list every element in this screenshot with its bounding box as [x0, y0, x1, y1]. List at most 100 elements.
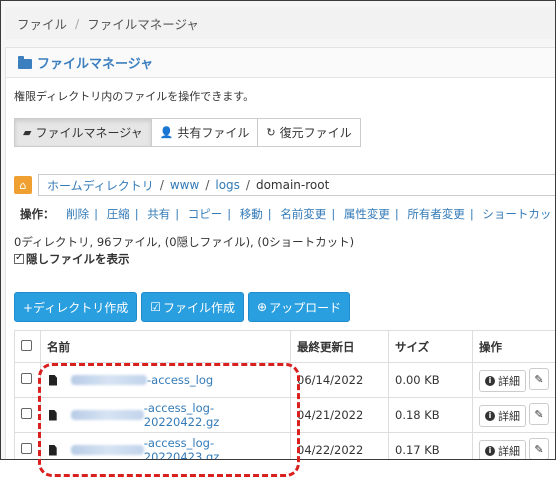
tab-restore-files[interactable]: ↻ 復元ファイル: [257, 118, 361, 147]
file-icon: [49, 374, 57, 386]
path-separator: /: [245, 178, 250, 192]
path-separator: /: [159, 178, 164, 192]
tab-file-manager[interactable]: ▰ ファイルマネージャ: [14, 118, 152, 147]
file-manager-panel: ファイルマネージャ 権限ディレクトリ内のファイルを操作できます。 ▰ ファイルマ…: [5, 47, 555, 459]
file-name-cell: -access_log-20220423.gz: [40, 432, 291, 459]
detail-label: 詳細: [498, 409, 520, 423]
op-shortcut-link[interactable]: ショートカット作: [482, 207, 555, 221]
breadcrumb-root[interactable]: ファイル: [17, 14, 67, 33]
create-directory-button[interactable]: +ディレクトリ作成: [14, 292, 138, 322]
file-counts: 0ディレクトリ, 96ファイル, (0隠しファイル), (0ショートカット): [14, 235, 355, 249]
action-buttons: +ディレクトリ作成 ☑ ファイル作成 ⊕ アップロード: [14, 292, 354, 322]
folder-open-icon: ▰: [23, 126, 32, 139]
column-header-size[interactable]: サイズ: [388, 330, 473, 363]
path-logs-link[interactable]: logs: [215, 178, 240, 192]
file-icon: [49, 444, 57, 456]
redacted-domain: [71, 375, 147, 385]
path-separator: /: [205, 178, 210, 192]
tab-group: ▰ ファイルマネージャ 👤 共有ファイル ↻ 復元ファイル: [14, 118, 361, 147]
detail-button[interactable]: i 詳細: [479, 439, 526, 459]
show-hidden-toggle[interactable]: 隠しファイルを表示: [14, 251, 130, 267]
modified-cell: 04/21/2022: [290, 397, 389, 433]
path-current: domain-root: [255, 178, 330, 192]
size-cell: 0.18 KB: [388, 397, 473, 433]
table-row: -access_log-20220423.gz 04/22/2022 0.17 …: [14, 432, 555, 459]
show-hidden-checkbox[interactable]: [14, 252, 24, 264]
home-directory-icon[interactable]: ⌂: [14, 176, 32, 194]
edit-button[interactable]: ✎: [529, 438, 549, 459]
row-checkbox[interactable]: [21, 373, 32, 384]
file-name-link[interactable]: -access_log-20220422.gz: [144, 401, 284, 429]
row-checkbox[interactable]: [21, 408, 32, 419]
upload-button[interactable]: ⊕ アップロード: [248, 292, 351, 322]
create-file-button[interactable]: ☑ ファイル作成: [141, 292, 244, 322]
op-chmod-link[interactable]: 属性変更: [344, 207, 390, 221]
panel-heading: ファイルマネージャ: [6, 48, 555, 78]
modified-cell: 06/14/2022: [290, 362, 389, 398]
op-share-link[interactable]: 共有: [147, 207, 170, 221]
table-row: -access_log 06/14/2022 0.00 KB i 詳細 ✎: [14, 362, 555, 398]
detail-label: 詳細: [498, 374, 520, 388]
row-select-cell: [14, 362, 41, 398]
row-checkbox[interactable]: [21, 443, 32, 454]
user-icon: 👤: [159, 126, 174, 139]
edit-button[interactable]: ✎: [529, 368, 549, 391]
file-name-link[interactable]: -access_log-20220423.gz: [144, 436, 284, 459]
detail-button[interactable]: i 詳細: [479, 404, 526, 427]
info-icon: i: [485, 410, 495, 421]
breadcrumb: ファイル / ファイルマネージャ: [5, 7, 555, 39]
row-select-cell: [14, 397, 41, 433]
info-icon: i: [485, 375, 495, 386]
operations-bar: 操作： 削除 | 圧縮 | 共有 | コピー | 移動 | 名前変更 | 属性変更 | 所有者…: [20, 206, 555, 222]
action-cell: i 詳細 ✎: [472, 362, 555, 398]
select-all-cell: [14, 330, 41, 363]
column-header-modified[interactable]: 最終更新日: [290, 330, 389, 363]
tab-label: ファイルマネージャ: [35, 126, 143, 140]
path-www-link[interactable]: www: [170, 178, 199, 192]
create-file-label: ファイル作成: [162, 300, 235, 315]
edit-button[interactable]: ✎: [529, 403, 549, 426]
edit-icon: ☑: [150, 300, 161, 314]
op-copy-link[interactable]: コピー: [188, 207, 223, 221]
show-hidden-label: 隠しファイルを表示: [26, 252, 130, 266]
table-row: -access_log-20220422.gz 04/21/2022 0.18 …: [14, 397, 555, 433]
op-chown-link[interactable]: 所有者変更: [407, 207, 465, 221]
file-name-cell: -access_log-20220422.gz: [40, 397, 291, 433]
redacted-domain: [70, 410, 144, 420]
detail-label: 詳細: [498, 444, 520, 458]
path-home-link[interactable]: ホームディレクトリ: [47, 177, 154, 194]
size-cell: 0.00 KB: [388, 362, 473, 398]
redacted-domain: [70, 445, 144, 455]
op-compress-link[interactable]: 圧縮: [107, 207, 130, 221]
path-bar: ⌂ ホームディレクトリ / www / logs / domain-root: [14, 174, 555, 196]
op-move-link[interactable]: 移動: [240, 207, 263, 221]
folder-open-icon: [18, 55, 32, 69]
upload-label: アップロード: [269, 300, 342, 315]
operations-label: 操作：: [20, 207, 55, 221]
select-all-checkbox[interactable]: [21, 339, 32, 351]
panel-description: 権限ディレクトリ内のファイルを操作できます。: [14, 90, 255, 103]
file-table: 名前 最終更新日 サイズ 操作 -access_log 06/14/2022 0…: [14, 330, 555, 459]
column-header-action: 操作: [472, 330, 555, 363]
info-icon: i: [485, 445, 495, 456]
action-cell: i 詳細 ✎: [472, 432, 555, 459]
op-delete-link[interactable]: 削除: [66, 207, 89, 221]
file-name-cell: -access_log: [40, 362, 291, 398]
detail-button[interactable]: i 詳細: [479, 369, 526, 392]
table-header-row: 名前 最終更新日 サイズ 操作: [14, 330, 555, 363]
column-header-name[interactable]: 名前: [40, 330, 291, 363]
screenshot-frame: ファイル / ファイルマネージャ ファイルマネージャ 権限ディレクトリ内のファイ…: [0, 0, 556, 460]
path-breadcrumb: ホームディレクトリ / www / logs / domain-root: [38, 174, 555, 196]
file-icon: [49, 409, 57, 421]
panel-title: ファイルマネージャ: [37, 57, 154, 72]
upload-icon: ⊕: [257, 300, 268, 314]
file-name-link[interactable]: -access_log: [147, 373, 213, 387]
row-select-cell: [14, 432, 41, 459]
action-cell: i 詳細 ✎: [472, 397, 555, 433]
tab-shared-files[interactable]: 👤 共有ファイル: [150, 118, 259, 147]
size-cell: 0.17 KB: [388, 432, 473, 459]
breadcrumb-separator: /: [75, 15, 80, 31]
breadcrumb-current: ファイルマネージャ: [87, 16, 199, 32]
tab-label: 共有ファイル: [177, 126, 250, 140]
op-rename-link[interactable]: 名前変更: [280, 207, 326, 221]
